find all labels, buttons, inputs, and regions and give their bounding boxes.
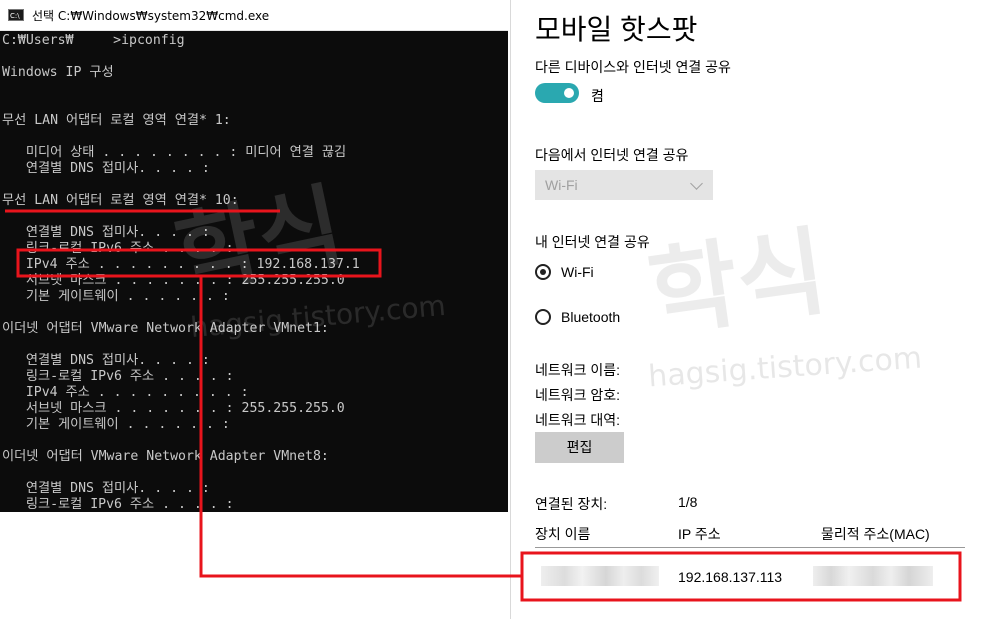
cmd-window: C:\ 선택 C:₩Windows₩system32₩cmd.exe C:₩Us…: [0, 0, 508, 512]
share-from-select[interactable]: Wi-Fi: [535, 170, 713, 200]
cmd-line: [2, 49, 508, 65]
radio-bluetooth[interactable]: [535, 309, 551, 325]
device-ip-cell: 192.168.137.113: [678, 569, 783, 585]
toggle-state-label: 켬: [591, 88, 604, 104]
cmd-line: [2, 305, 508, 321]
cmd-line: [2, 97, 508, 113]
cmd-line: IPv4 주소 . . . . . . . . . :: [2, 385, 249, 400]
cmd-line: 링크-로컬 IPv6 주소 . . . . :: [2, 241, 234, 256]
cmd-window-title: 선택 C:₩Windows₩system32₩cmd.exe: [32, 8, 270, 23]
cmd-line: 서브넷 마스크 . . . . . . . : 255.255.255.0: [2, 273, 345, 288]
cmd-line: 링크-로컬 IPv6 주소 . . . . :: [2, 497, 234, 512]
cmd-line: [2, 129, 508, 145]
cmd-line: 무선 LAN 어댑터 로컬 영역 연결* 10:: [2, 193, 239, 208]
cmd-line: [2, 433, 508, 449]
radio-wifi-label[interactable]: Wi-Fi: [561, 264, 594, 280]
network-band-label: 네트워크 대역:: [535, 412, 621, 428]
share-internet-label: 다른 디바이스와 인터넷 연결 공유: [535, 59, 731, 75]
network-password-label: 네트워크 암호:: [535, 387, 621, 403]
cmd-line: Windows IP 구성: [2, 65, 114, 80]
cmd-line: [2, 337, 508, 353]
column-mac-address: 물리적 주소(MAC): [821, 526, 930, 542]
cmd-line: [2, 177, 508, 193]
cmd-line: IPv4 주소 . . . . . . . . . : 192.168.137.…: [2, 257, 360, 272]
share-from-label: 다음에서 인터넷 연결 공유: [535, 147, 689, 163]
mobile-hotspot-panel: 모바일 핫스팟 다른 디바이스와 인터넷 연결 공유 켬 다음에서 인터넷 연결…: [510, 0, 992, 619]
network-name-label: 네트워크 이름:: [535, 362, 621, 378]
device-mac-redacted: [813, 566, 933, 586]
share-from-value: Wi-Fi: [545, 177, 578, 193]
table-divider: [535, 547, 965, 548]
cmd-app-icon: C:\: [8, 9, 24, 21]
toggle-knob: [564, 88, 574, 98]
edit-button[interactable]: 편집: [535, 432, 624, 463]
share-over-label: 내 인터넷 연결 공유: [535, 234, 650, 250]
cmd-line: [2, 81, 508, 97]
chevron-down-icon: [690, 177, 703, 190]
column-device-name: 장치 이름: [535, 526, 591, 542]
cmd-line: 이더넷 어댑터 VMware Network Adapter VMnet8:: [2, 449, 329, 464]
cmd-line: 연결별 DNS 접미사. . . . :: [2, 225, 210, 240]
cmd-output[interactable]: C:₩Users₩ >ipconfig Windows IP 구성무선 LAN 어…: [0, 31, 508, 512]
cmd-line: 연결별 DNS 접미사. . . . :: [2, 353, 210, 368]
cmd-line: C:₩Users₩ >ipconfig: [2, 33, 185, 48]
cmd-line: [2, 465, 508, 481]
cmd-line: 기본 게이트웨이 . . . . . . :: [2, 417, 230, 432]
cmd-titlebar[interactable]: C:\ 선택 C:₩Windows₩system32₩cmd.exe: [0, 0, 508, 31]
device-name-redacted: [541, 566, 659, 586]
cmd-line: 서브넷 마스크 . . . . . . . : 255.255.255.0: [2, 401, 345, 416]
cmd-line: 무선 LAN 어댑터 로컬 영역 연결* 1:: [2, 113, 231, 128]
cmd-line: 링크-로컬 IPv6 주소 . . . . :: [2, 369, 234, 384]
cmd-line: 연결별 DNS 접미사. . . . :: [2, 161, 210, 176]
cmd-line: 이더넷 어댑터 VMware Network Adapter VMnet1:: [2, 321, 329, 336]
cmd-line: 기본 게이트웨이 . . . . . . :: [2, 289, 230, 304]
page-title: 모바일 핫스팟: [535, 14, 698, 45]
connected-devices-label: 연결된 장치:: [535, 496, 608, 512]
cmd-line: 미디어 상태 . . . . . . . . : 미디어 연결 끊김: [2, 145, 347, 160]
hotspot-toggle[interactable]: [535, 83, 579, 103]
cmd-line: [2, 209, 508, 225]
column-ip-address: IP 주소: [678, 526, 721, 542]
connected-devices-count: 1/8: [678, 494, 698, 510]
cmd-line: 연결별 DNS 접미사. . . . :: [2, 481, 210, 496]
radio-bluetooth-label[interactable]: Bluetooth: [561, 309, 620, 325]
radio-wifi[interactable]: [535, 264, 551, 280]
